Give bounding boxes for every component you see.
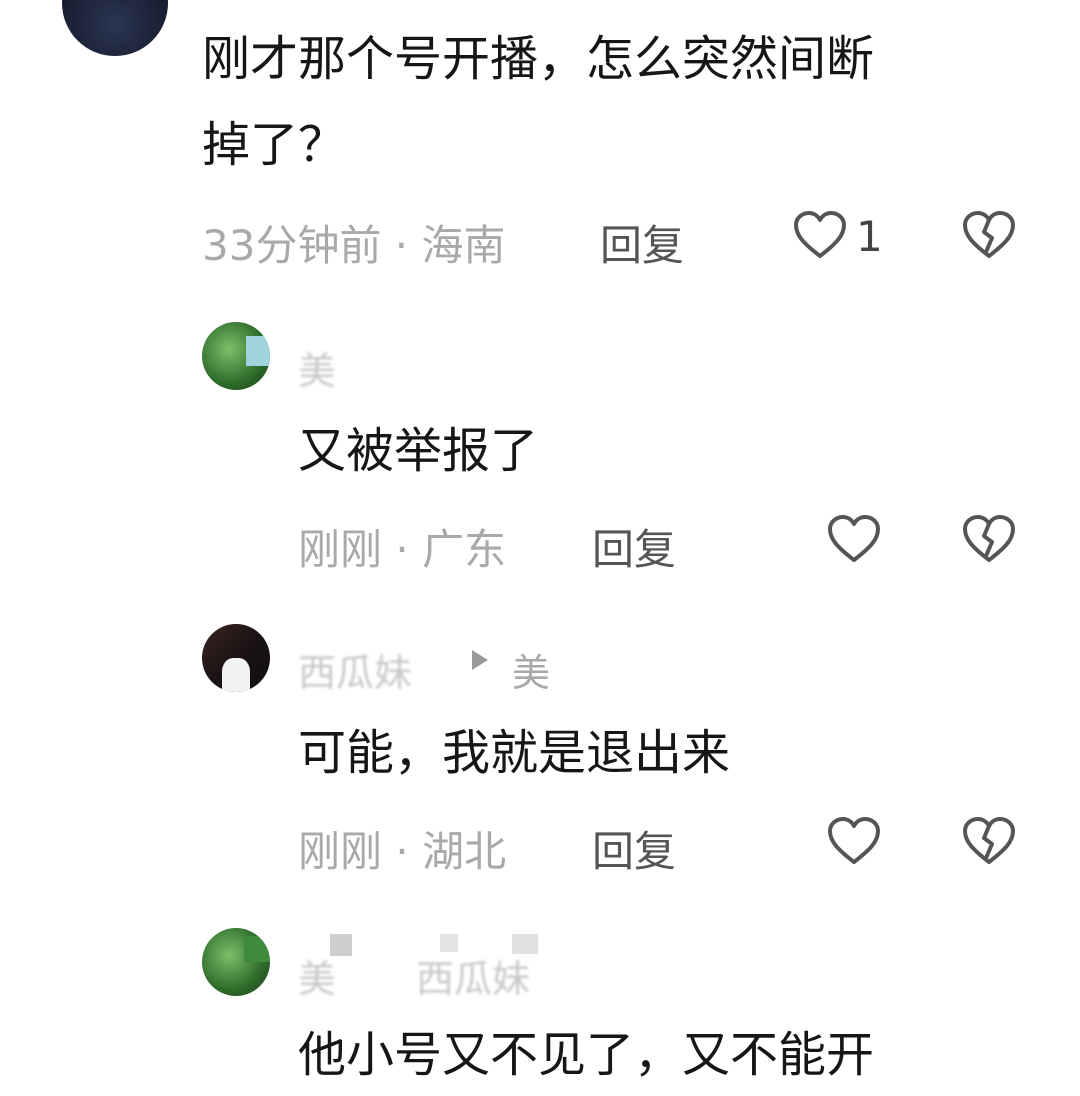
mosaic-block	[440, 934, 458, 952]
username[interactable]: 美	[298, 340, 336, 395]
dislike-broken-heart-icon[interactable]	[962, 816, 1016, 866]
like-heart-icon[interactable]	[827, 514, 881, 564]
mosaic-block	[512, 934, 538, 954]
comment-meta: 33分钟前 · 海南	[202, 221, 506, 270]
avatar[interactable]	[202, 322, 270, 390]
like-heart-icon[interactable]	[827, 816, 881, 866]
dislike-broken-heart-icon[interactable]	[962, 210, 1016, 260]
avatar[interactable]	[202, 624, 270, 692]
mosaic-block	[330, 934, 352, 956]
username[interactable]: 美	[298, 948, 336, 1003]
username[interactable]: 西瓜妹	[298, 642, 412, 697]
reply-button[interactable]: 回复	[600, 212, 684, 273]
dislike-broken-heart-icon[interactable]	[962, 514, 1016, 564]
avatar[interactable]	[202, 928, 270, 996]
comment-text: 他小号又不见了，又不能开	[298, 1027, 875, 1083]
reply-arrow-icon	[472, 650, 488, 670]
reply-button[interactable]: 回复	[592, 516, 676, 577]
comment-text: 刚才那个号开播，怎么突然间断	[202, 31, 875, 87]
comment-text-continued: 掉了？	[202, 117, 347, 173]
reply-button[interactable]: 回复	[592, 818, 676, 879]
comment-text: 又被举报了	[298, 423, 539, 479]
reply-to-username[interactable]: 西瓜妹	[416, 948, 530, 1003]
comment-text: 可能，我就是退出来	[298, 725, 731, 781]
avatar[interactable]	[62, 0, 168, 56]
like-heart-icon[interactable]	[793, 210, 847, 260]
comment-meta: 刚刚 · 湖北	[298, 827, 507, 876]
comment-meta: 刚刚 · 广东	[298, 525, 507, 574]
reply-to-username[interactable]: 美	[512, 642, 550, 697]
like-count: 1	[856, 212, 883, 261]
